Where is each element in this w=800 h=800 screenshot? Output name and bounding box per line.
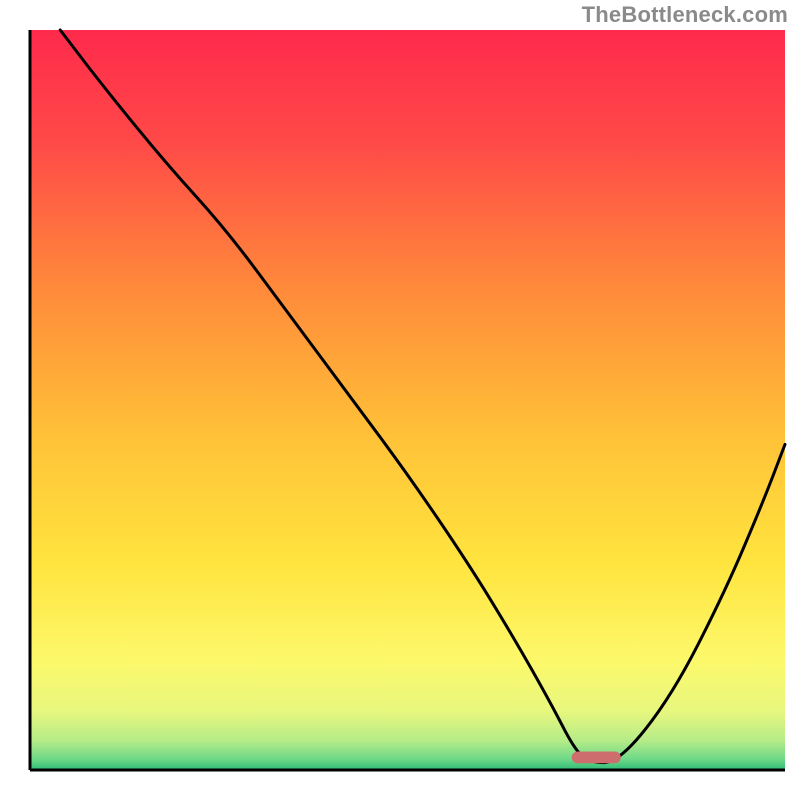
- watermark-text: TheBottleneck.com: [582, 2, 788, 28]
- optimum-marker: [572, 752, 621, 764]
- chart-container: TheBottleneck.com: [0, 0, 800, 800]
- plot-background: [30, 30, 785, 770]
- bottleneck-chart: [0, 0, 800, 800]
